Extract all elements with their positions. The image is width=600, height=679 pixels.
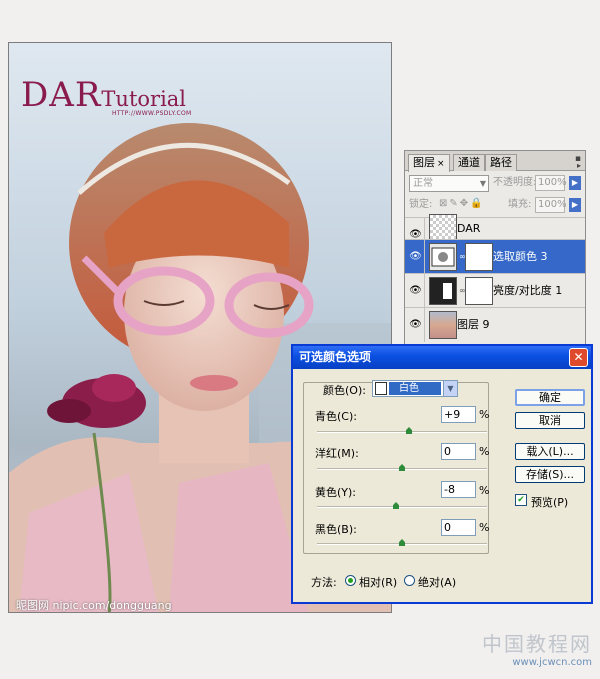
yellow-unit: %	[479, 484, 490, 497]
layer-thumbnail	[429, 311, 457, 339]
load-button[interactable]: 载入(L)...	[515, 443, 585, 460]
mask-thumbnail	[465, 243, 493, 271]
selective-color-dialog: 可选颜色选项 ✕ 颜色(O): 白色 ▼ 青色(C): +9 % 洋红(M): …	[291, 344, 593, 604]
yellow-input[interactable]: -8	[441, 481, 476, 498]
method-label: 方法:	[311, 576, 337, 589]
black-input[interactable]: 0	[441, 519, 476, 536]
adjustment-thumbnail	[429, 277, 457, 305]
blend-opacity-row: 正常 ▼ 不透明度: 100% ▶	[405, 172, 585, 194]
layer-row-selective-color[interactable]: 👁 ∞ 选取颜色 3	[405, 239, 585, 274]
lock-icons[interactable]: ⊠✎✥🔒	[439, 198, 485, 209]
cyan-label: 青色(C):	[315, 410, 357, 423]
eye-icon[interactable]: 👁	[407, 308, 425, 342]
save-button[interactable]: 存储(S)...	[515, 466, 585, 483]
relative-radio[interactable]	[345, 575, 356, 586]
magenta-unit: %	[479, 445, 490, 458]
yellow-slider-track[interactable]	[317, 506, 487, 508]
preview-label[interactable]: 预览(P)	[531, 494, 568, 510]
absolute-label[interactable]: 绝对(A)	[418, 574, 456, 590]
color-select[interactable]: 白色 ▼	[372, 380, 458, 397]
layers-panel: 图层 × 通道 路径 ▪ ▸ 正常 ▼ 不透明度: 100% ▶ 锁定: ⊠✎✥🔒…	[404, 150, 586, 358]
fill-label: 填充:	[508, 199, 532, 210]
brand-big-text: DAR	[21, 75, 102, 115]
cyan-slider-track[interactable]	[317, 431, 487, 433]
watermark-title: 中国教程网	[482, 632, 592, 656]
color-label: 颜色(O):	[323, 384, 366, 397]
relative-label[interactable]: 相对(R)	[359, 574, 397, 590]
lock-fill-row: 锁定: ⊠✎✥🔒 填充: 100% ▶	[405, 194, 585, 216]
layer-name: 图层 9	[457, 318, 490, 331]
ok-button[interactable]: 确定	[515, 389, 585, 406]
black-unit: %	[479, 521, 490, 534]
close-button[interactable]: ✕	[569, 348, 588, 367]
brand-url: HTTP://WWW.PSDLY.COM	[112, 110, 192, 117]
yellow-label: 黄色(Y):	[315, 486, 357, 499]
tab-layers-label: 图层	[413, 156, 435, 169]
panel-menu-icon[interactable]: ▸	[577, 161, 581, 170]
mask-thumbnail	[465, 277, 493, 305]
layer-row-layer9[interactable]: 👁 图层 9	[405, 307, 585, 342]
black-label: 黑色(B):	[315, 523, 357, 536]
tab-close-icon[interactable]: ×	[437, 159, 445, 169]
site-watermark: 中国教程网 www.jcwcn.com	[482, 628, 592, 668]
brand-small-text: Tutorial	[101, 87, 187, 111]
chevron-down-icon: ▼	[479, 179, 486, 188]
tab-paths[interactable]: 路径	[485, 154, 517, 171]
opacity-label: 不透明度:	[493, 177, 537, 188]
layer-row-brightness-contrast[interactable]: 👁 ∞ 亮度/对比度 1	[405, 273, 585, 308]
eye-icon[interactable]: 👁	[407, 274, 425, 308]
dialog-title: 可选颜色选项	[293, 346, 591, 369]
blend-mode-select[interactable]: 正常 ▼	[409, 175, 489, 192]
cyan-unit: %	[479, 408, 490, 421]
blend-mode-value: 正常	[413, 178, 433, 189]
tab-layers[interactable]: 图层 ×	[408, 154, 450, 172]
lock-label: 锁定:	[409, 199, 433, 210]
cyan-input[interactable]: +9	[441, 406, 476, 423]
color-swatch	[375, 382, 387, 395]
preview-checkbox[interactable]: ✔	[515, 494, 527, 506]
eye-icon[interactable]: 👁	[407, 240, 425, 274]
magenta-input[interactable]: 0	[441, 443, 476, 460]
color-select-value: 白色	[389, 382, 441, 395]
photo-credit: 昵图网 nipic.com/dongguang	[16, 599, 172, 612]
panel-tabbar: 图层 × 通道 路径 ▪ ▸	[405, 151, 585, 172]
chevron-down-icon[interactable]: ▼	[443, 381, 457, 396]
fill-field[interactable]: 100%	[535, 197, 567, 213]
brand-logo: DARTutorial	[21, 75, 186, 115]
absolute-radio[interactable]	[404, 575, 415, 586]
selective-color-icon	[431, 247, 455, 267]
brightness-contrast-icon	[434, 283, 452, 299]
watermark-url: www.jcwcn.com	[512, 657, 592, 668]
tab-channels[interactable]: 通道	[453, 154, 485, 171]
layer-name: 亮度/对比度 1	[493, 284, 563, 297]
opacity-field[interactable]: 100%	[535, 175, 567, 191]
cancel-button[interactable]: 取消	[515, 412, 585, 429]
adjustment-thumbnail	[429, 243, 457, 271]
magenta-label: 洋红(M):	[315, 447, 359, 460]
fill-slider-button[interactable]: ▶	[569, 198, 581, 212]
layer-thumbnail	[429, 214, 457, 242]
opacity-slider-button[interactable]: ▶	[569, 176, 581, 190]
layer-name: 选取颜色 3	[493, 250, 548, 263]
